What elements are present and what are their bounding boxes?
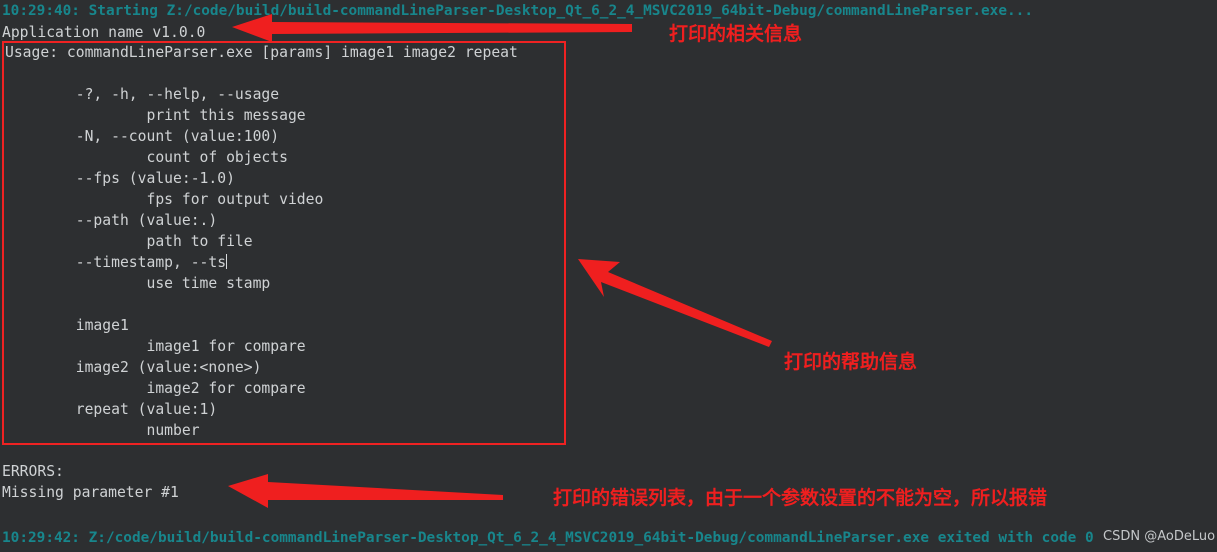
console-line: fps for output video: [5, 191, 324, 208]
console-line: Usage: commandLineParser.exe [params] im…: [5, 44, 518, 61]
console-line: image2 (value:<none>): [5, 359, 262, 376]
annotation-label-help: 打印的帮助信息: [784, 351, 918, 373]
console-line: --fps (value:-1.0): [5, 170, 235, 187]
console-line: use time stamp: [5, 275, 271, 292]
arrow-to-errors-output: [228, 474, 503, 508]
console-line: image2 for compare: [5, 380, 306, 397]
console-line: number: [5, 422, 200, 439]
console-line: ERRORS:: [2, 463, 64, 480]
console-line: repeat (value:1): [5, 401, 218, 418]
help-output-block: Usage: commandLineParser.exe [params] im…: [5, 42, 518, 441]
run-start-line: 10:29:40: Starting Z:/code/build/build-c…: [2, 3, 1034, 19]
console-line: image1 for compare: [5, 338, 306, 355]
console-line: count of objects: [5, 149, 288, 166]
console-line: Missing parameter #1: [2, 484, 179, 501]
run-exit-line: 10:29:42: Z:/code/build/build-commandLin…: [2, 530, 1094, 546]
csdn-watermark: CSDN @AoDeLuo: [1103, 529, 1216, 544]
qt-creator-application-output-pane: 10:29:40: Starting Z:/code/build/build-c…: [0, 0, 1217, 552]
console-line: print this message: [5, 107, 306, 124]
console-line: path to file: [5, 233, 253, 250]
console-line: -?, -h, --help, --usage: [5, 86, 280, 103]
console-line: --timestamp, --ts: [5, 254, 228, 271]
console-line: image1: [5, 317, 129, 334]
annotation-label-info: 打印的相关信息: [669, 23, 803, 45]
text-cursor: [226, 254, 228, 269]
errors-output-block: ERRORS: Missing parameter #1: [2, 461, 179, 503]
console-line: -N, --count (value:100): [5, 128, 280, 145]
application-name-line: Application name v1.0.0: [2, 24, 206, 41]
console-line: --path (value:.): [5, 212, 218, 229]
annotation-label-error: 打印的错误列表，由于一个参数设置的不能为空，所以报错: [553, 487, 1048, 509]
arrow-to-help-output: [578, 259, 772, 347]
